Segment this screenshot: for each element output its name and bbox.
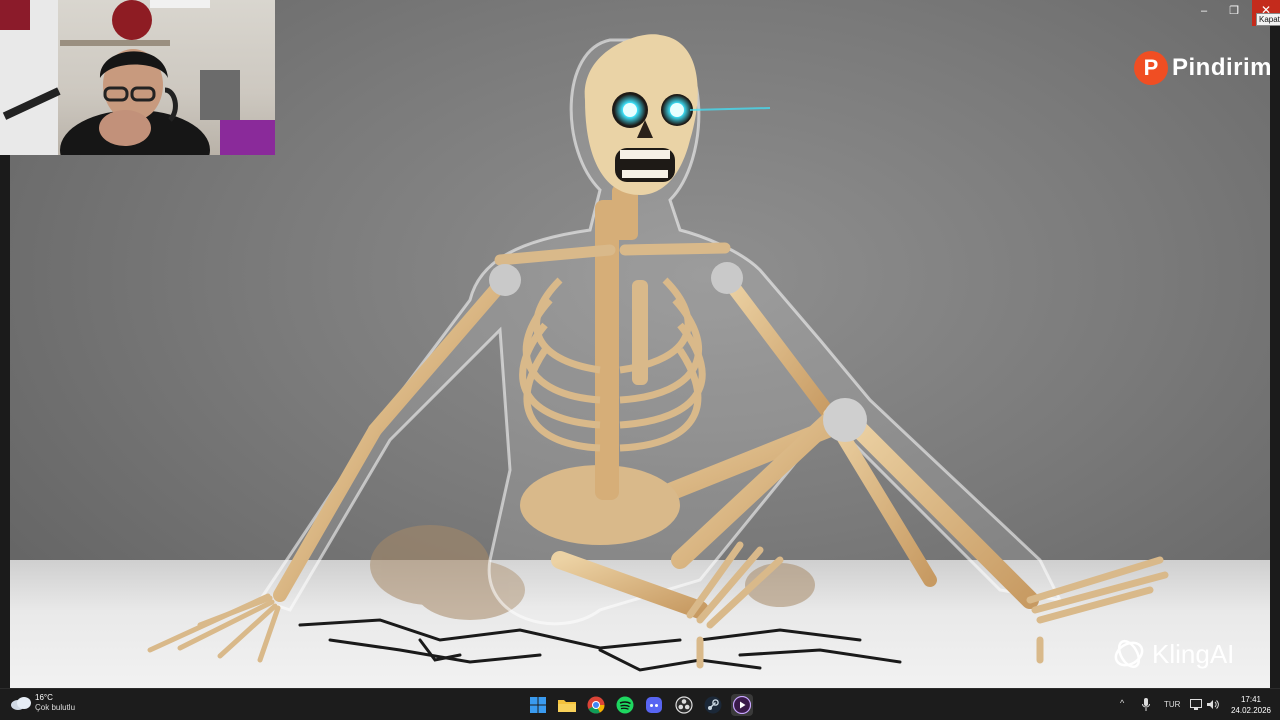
tray-chevron-icon[interactable]: ^	[1120, 698, 1124, 708]
hand-left	[147, 593, 281, 663]
shoulder-left	[489, 264, 521, 296]
display-icon[interactable]	[1190, 699, 1202, 710]
microphone-icon[interactable]	[1142, 698, 1150, 711]
shoulder-right	[711, 262, 743, 294]
klingai-logo-icon	[1114, 639, 1144, 669]
close-tooltip: Kapat	[1256, 13, 1280, 26]
obs-icon	[675, 696, 693, 714]
obs-button[interactable]	[673, 694, 695, 716]
klingai-watermark: KlingAI	[1112, 636, 1234, 672]
weather-widget[interactable]: 16°C Çok bulutlu	[10, 693, 75, 713]
weather-description: Çok bulutlu	[35, 703, 76, 712]
cloud-icon	[11, 697, 31, 710]
pindirim-badge-icon: P	[1134, 51, 1168, 85]
steam-icon	[704, 696, 722, 714]
sternum	[632, 280, 648, 385]
play-icon	[733, 696, 751, 714]
knee-right	[823, 398, 867, 442]
start-button[interactable]	[527, 694, 549, 716]
clock-date: 24.02.2026	[1230, 706, 1272, 715]
chrome-icon	[587, 696, 605, 714]
system-clock[interactable]: 17:41 24.02.2026	[1226, 694, 1276, 716]
spotify-icon	[616, 696, 634, 714]
screen: P Pindirim KlingAI – ❐ ✕ Kapat 16°C Çok …	[0, 0, 1280, 720]
spotify-button[interactable]	[614, 694, 636, 716]
webcam-overlay	[0, 0, 275, 155]
file-explorer-button[interactable]	[556, 694, 578, 716]
weather-temperature: 16°C	[35, 693, 53, 702]
windows-logo-icon	[530, 697, 546, 713]
floor-cracks	[298, 618, 902, 672]
maximize-button[interactable]: ❐	[1226, 4, 1242, 18]
pindirim-logo: P Pindirim	[1134, 50, 1272, 86]
language-indicator[interactable]: TUR	[1164, 700, 1180, 709]
folder-icon	[558, 700, 576, 712]
webcam-scene	[0, 0, 275, 155]
chrome-button[interactable]	[585, 694, 607, 716]
discord-button[interactable]	[643, 694, 665, 716]
discord-icon	[646, 697, 662, 713]
pindirim-wordmark: Pindirim	[1172, 54, 1273, 81]
klingai-text: KlingAI	[1152, 638, 1235, 669]
media-player-button[interactable]	[731, 694, 753, 716]
volume-icon[interactable]	[1207, 699, 1219, 710]
steam-button[interactable]	[702, 694, 724, 716]
taskbar: 16°C Çok bulutlu ^ TUR 17:41 24.02.2026	[0, 688, 1280, 720]
minimize-button[interactable]: –	[1196, 4, 1212, 18]
clock-time: 17:41	[1240, 695, 1262, 704]
